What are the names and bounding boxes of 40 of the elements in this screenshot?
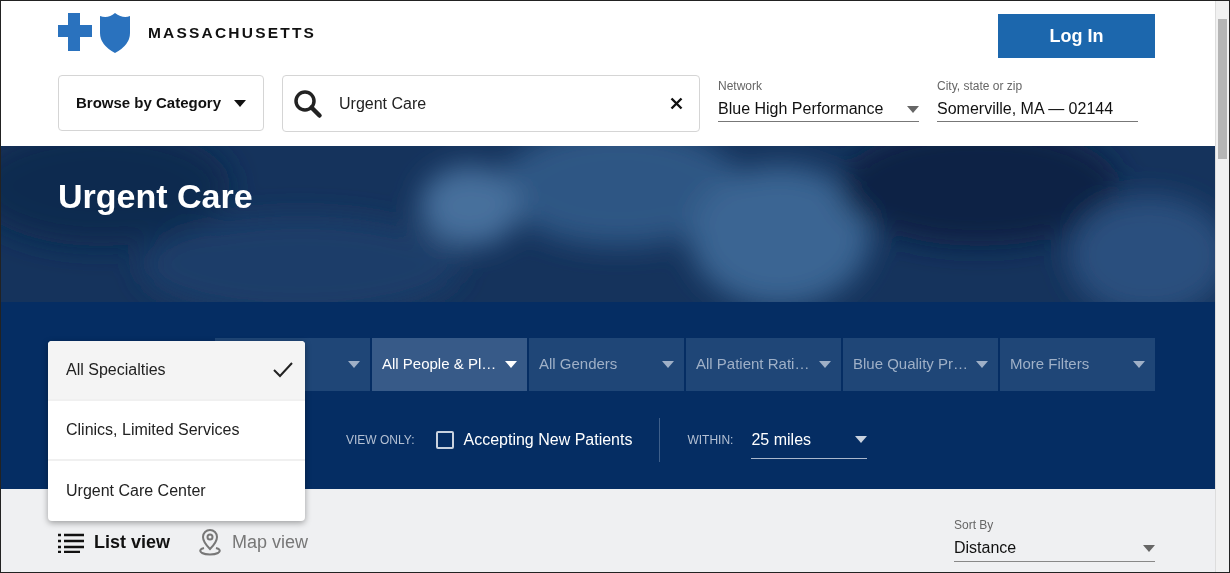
logo-text: MASSACHUSETTS [148, 23, 317, 44]
caret-icon [1133, 361, 1145, 368]
check-icon [273, 362, 293, 378]
accepting-checkbox[interactable]: Accepting New Patients [414, 428, 633, 452]
list-icon [58, 532, 84, 553]
filter-dropdown[interactable]: All Genders [529, 338, 684, 391]
filter-dropdown[interactable]: Blue Quality Pr… [843, 338, 998, 391]
clear-icon[interactable] [670, 97, 683, 110]
search-icon [293, 88, 323, 119]
caret-icon [234, 99, 246, 107]
network-dropdown[interactable]: Network Blue High Performance [718, 79, 919, 122]
caret-icon [819, 361, 831, 368]
location-field[interactable]: City, state or zip Somerville, MA — 02144 [937, 79, 1138, 122]
caret-icon [907, 105, 919, 113]
caret-icon [976, 361, 988, 368]
logo-icon [58, 13, 132, 53]
caret-icon [662, 361, 674, 368]
menu-option[interactable]: Clinics, Limited Services [48, 401, 305, 461]
scrollbar[interactable] [1215, 1, 1229, 572]
login-button[interactable]: Log In [998, 14, 1155, 58]
caret-icon [348, 361, 360, 368]
page-title: Urgent Care [58, 176, 254, 216]
distance-dropdown[interactable]: 25 miles [751, 427, 868, 459]
sort-dropdown[interactable]: Sort By Distance [954, 518, 1155, 562]
filter-dropdown[interactable]: All People & Pl… [372, 338, 527, 391]
search-field[interactable]: Urgent Care [337, 90, 656, 117]
search-box[interactable]: Urgent Care [282, 75, 700, 132]
within-label: WITHIN: [687, 432, 734, 449]
view-toggle[interactable]: Map view [198, 528, 309, 556]
caret-icon [855, 436, 868, 443]
view-toggle[interactable]: List view [58, 529, 171, 556]
category-dropdown[interactable]: Browse by Category [58, 75, 264, 131]
view-only-label: VIEW ONLY: [346, 432, 415, 449]
caret-icon [1143, 544, 1155, 552]
map-pin-icon [198, 528, 223, 556]
menu-option[interactable]: Urgent Care Center [48, 461, 305, 521]
caret-icon [505, 361, 517, 368]
filter-dropdown[interactable]: All Patient Rati… [686, 338, 841, 391]
filter-dropdown[interactable]: More Filters [1000, 338, 1155, 391]
menu-option[interactable]: All Specialties [48, 341, 305, 401]
